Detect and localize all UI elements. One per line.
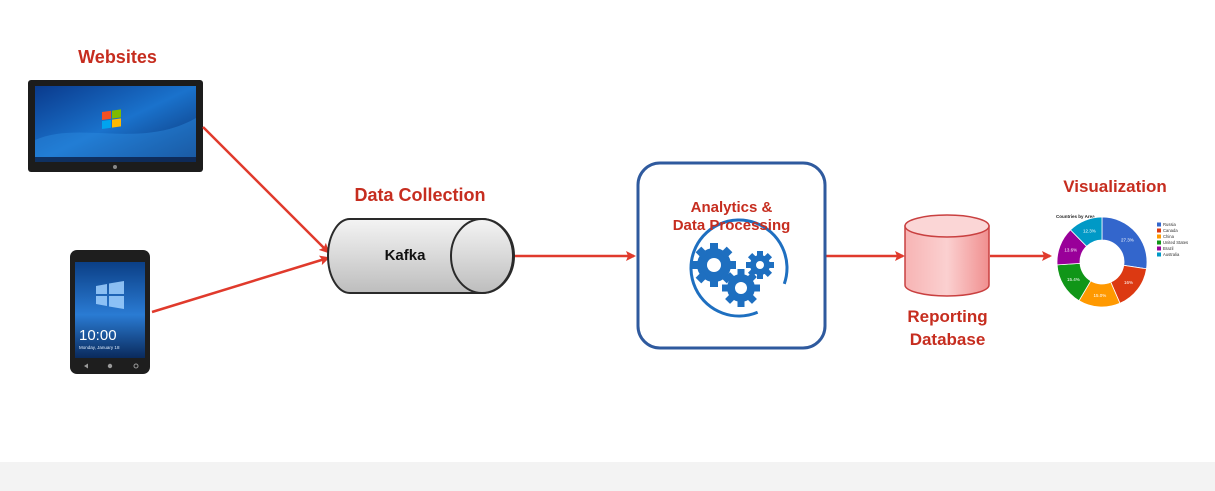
reporting-label-line2: Database — [909, 330, 986, 349]
data-collection-label: Data Collection — [354, 185, 486, 205]
donut-slice-russia — [1101, 216, 1148, 270]
donut-legend: RussiaCanadaChinaUnited StatesBrazilAust… — [1157, 222, 1188, 257]
phone-time: 10:00 — [79, 327, 117, 344]
phone-date: Monday, January 18 — [79, 345, 120, 350]
arrow-websites-to-kafka — [202, 126, 330, 254]
monitor-icon — [28, 80, 203, 172]
legend-swatch — [1157, 252, 1161, 257]
legend-label: Russia — [1163, 222, 1176, 227]
donut-slice-label: 27.3% — [1121, 238, 1134, 243]
database-cylinder-icon — [904, 214, 990, 297]
legend-swatch — [1157, 228, 1161, 233]
legend-swatch — [1157, 234, 1161, 239]
legend-swatch — [1157, 240, 1161, 245]
visualization-label: Visualization — [1063, 177, 1167, 196]
donut-slice-label: 12.3% — [1083, 228, 1096, 233]
websites-label: Websites — [78, 47, 157, 67]
arrow-phone-to-kafka — [151, 255, 330, 314]
analytics-box — [636, 161, 827, 350]
donut-slice-label: 15.4% — [1067, 277, 1080, 282]
legend-swatch — [1157, 246, 1161, 251]
donut-slice-label: 13.6% — [1064, 248, 1077, 253]
legend-label: Australia — [1163, 252, 1180, 257]
smartphone-icon: 10:00 Monday, January 18 — [70, 250, 150, 374]
legend-label: Canada — [1163, 228, 1178, 233]
donut-chart: Countries by Area 27.3% 16% 15.0% 15.4% 13.6… — [1056, 214, 1188, 308]
analytics-label-line1: Analytics & — [690, 199, 773, 216]
legend-swatch — [1157, 222, 1161, 227]
donut-slice-label: 15.0% — [1094, 293, 1107, 298]
legend-label: China — [1163, 234, 1175, 239]
legend-label: Brazil — [1163, 246, 1174, 251]
reporting-label-line1: Reporting — [907, 307, 988, 326]
analytics-label-line2: Data Processing — [672, 217, 791, 234]
kafka-label: Kafka — [384, 247, 426, 264]
legend-label: United States — [1163, 240, 1188, 245]
pipeline-diagram: 10:00 Monday, January 18 Countries by Ar… — [28, 80, 1188, 374]
chart-title: Countries by Area — [1056, 214, 1095, 219]
donut-slice-label: 16% — [1124, 280, 1133, 285]
